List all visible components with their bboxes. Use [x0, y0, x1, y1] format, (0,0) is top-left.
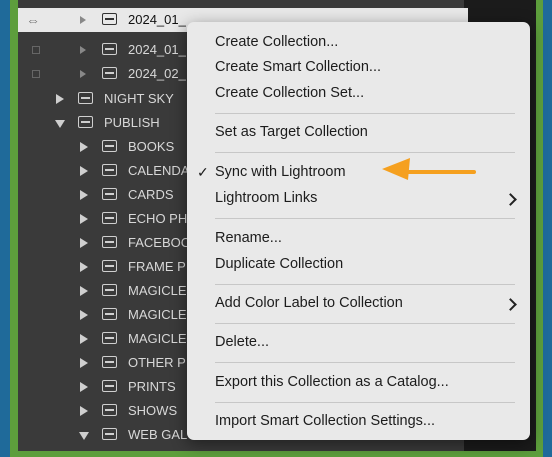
disclosure-triangle-expanded-icon[interactable] — [55, 120, 65, 128]
collection-set-icon — [102, 284, 117, 296]
menu-item-label: Sync with Lightroom — [215, 164, 346, 180]
collection-set-icon — [102, 356, 117, 368]
collection-set-icon — [102, 212, 117, 224]
row-label: CARDS — [128, 187, 174, 202]
orange-arrow-annotation-icon — [382, 158, 476, 180]
disclosure-triangle-icon[interactable] — [80, 238, 88, 248]
collection-set-icon — [102, 140, 117, 152]
disclosure-triangle-icon[interactable] — [80, 262, 88, 272]
collection-set-icon — [102, 404, 117, 416]
row-label: 2024_01_ — [128, 12, 186, 27]
disclosure-triangle-icon[interactable] — [80, 166, 88, 176]
menu-separator — [215, 284, 515, 285]
menu-item-rename[interactable]: Rename... — [215, 227, 282, 249]
collection-set-icon — [102, 188, 117, 200]
menu-item-create-collection-set[interactable]: Create Collection Set... — [215, 82, 364, 104]
sync-checkbox[interactable] — [32, 70, 40, 78]
collection-set-icon — [102, 236, 117, 248]
row-label: 2024_01_ — [128, 42, 186, 57]
disclosure-triangle-icon[interactable] — [80, 358, 88, 368]
context-menu: Create Collection... Create Smart Collec… — [187, 22, 530, 440]
collection-set-icon — [102, 332, 117, 344]
menu-item-create-smart-collection[interactable]: Create Smart Collection... — [215, 56, 381, 78]
menu-item-export-as-catalog[interactable]: Export this Collection as a Catalog... — [215, 371, 449, 393]
collection-set-icon — [102, 380, 117, 392]
disclosure-triangle-icon[interactable] — [80, 190, 88, 200]
menu-item-create-collection[interactable]: Create Collection... — [215, 31, 338, 53]
disclosure-triangle-icon[interactable] — [80, 334, 88, 344]
collection-icon — [102, 67, 117, 79]
row-label: SHOWS — [128, 403, 178, 418]
row-label: OTHER P — [128, 355, 186, 370]
checkmark-icon: ✓ — [197, 164, 209, 180]
sync-checkbox[interactable] — [32, 46, 40, 54]
row-label: 2024_02_ — [128, 66, 186, 81]
menu-separator — [215, 113, 515, 114]
disclosure-triangle-icon[interactable] — [80, 406, 88, 416]
collection-icon — [102, 13, 117, 25]
row-label: PUBLISH — [104, 115, 160, 130]
menu-item-duplicate-collection[interactable]: Duplicate Collection — [215, 253, 343, 275]
row-label: FRAME P — [128, 259, 186, 274]
collection-icon — [102, 43, 117, 55]
row-label: MAGICLE — [128, 307, 187, 322]
sync-arrows-icon: ⇔ — [26, 12, 40, 28]
collection-set-icon — [102, 164, 117, 176]
submenu-chevron-icon — [504, 193, 517, 206]
row-label: WEB GAL — [128, 427, 188, 442]
row-label: CALENDA — [128, 163, 190, 178]
menu-separator — [215, 323, 515, 324]
row-label: FACEBOC — [128, 235, 191, 250]
disclosure-triangle-icon[interactable] — [80, 214, 88, 224]
menu-item-lightroom-links[interactable]: Lightroom Links — [215, 187, 317, 209]
menu-separator — [215, 402, 515, 403]
menu-separator — [215, 362, 515, 363]
expand-icon[interactable] — [80, 16, 86, 24]
collection-set-icon — [102, 428, 117, 440]
row-label: ECHO PH — [128, 211, 188, 226]
disclosure-triangle-icon[interactable] — [80, 286, 88, 296]
menu-separator — [215, 152, 515, 153]
submenu-chevron-icon — [504, 298, 517, 311]
collection-set-icon — [102, 260, 117, 272]
collection-set-icon — [78, 116, 93, 128]
menu-item-set-as-target[interactable]: Set as Target Collection — [215, 121, 368, 143]
disclosure-triangle-expanded-icon[interactable] — [79, 432, 89, 440]
row-label: NIGHT SKY — [104, 91, 174, 106]
expand-icon[interactable] — [80, 70, 86, 78]
menu-separator — [215, 218, 515, 219]
expand-icon[interactable] — [80, 46, 86, 54]
row-label: PRINTS — [128, 379, 176, 394]
row-label: MAGICLE — [128, 283, 187, 298]
collection-set-icon — [78, 92, 93, 104]
menu-item-add-color-label[interactable]: Add Color Label to Collection — [215, 292, 403, 314]
disclosure-triangle-icon[interactable] — [80, 310, 88, 320]
collection-set-icon — [102, 308, 117, 320]
menu-item-delete[interactable]: Delete... — [215, 331, 269, 353]
disclosure-triangle-icon[interactable] — [80, 142, 88, 152]
row-label: MAGICLE — [128, 331, 187, 346]
menu-item-import-smart-settings[interactable]: Import Smart Collection Settings... — [215, 410, 435, 432]
disclosure-triangle-icon[interactable] — [80, 382, 88, 392]
row-label: BOOKS — [128, 139, 175, 154]
menu-item-sync-with-lightroom[interactable]: ✓ Sync with Lightroom — [197, 161, 346, 183]
disclosure-triangle-icon[interactable] — [56, 94, 64, 104]
